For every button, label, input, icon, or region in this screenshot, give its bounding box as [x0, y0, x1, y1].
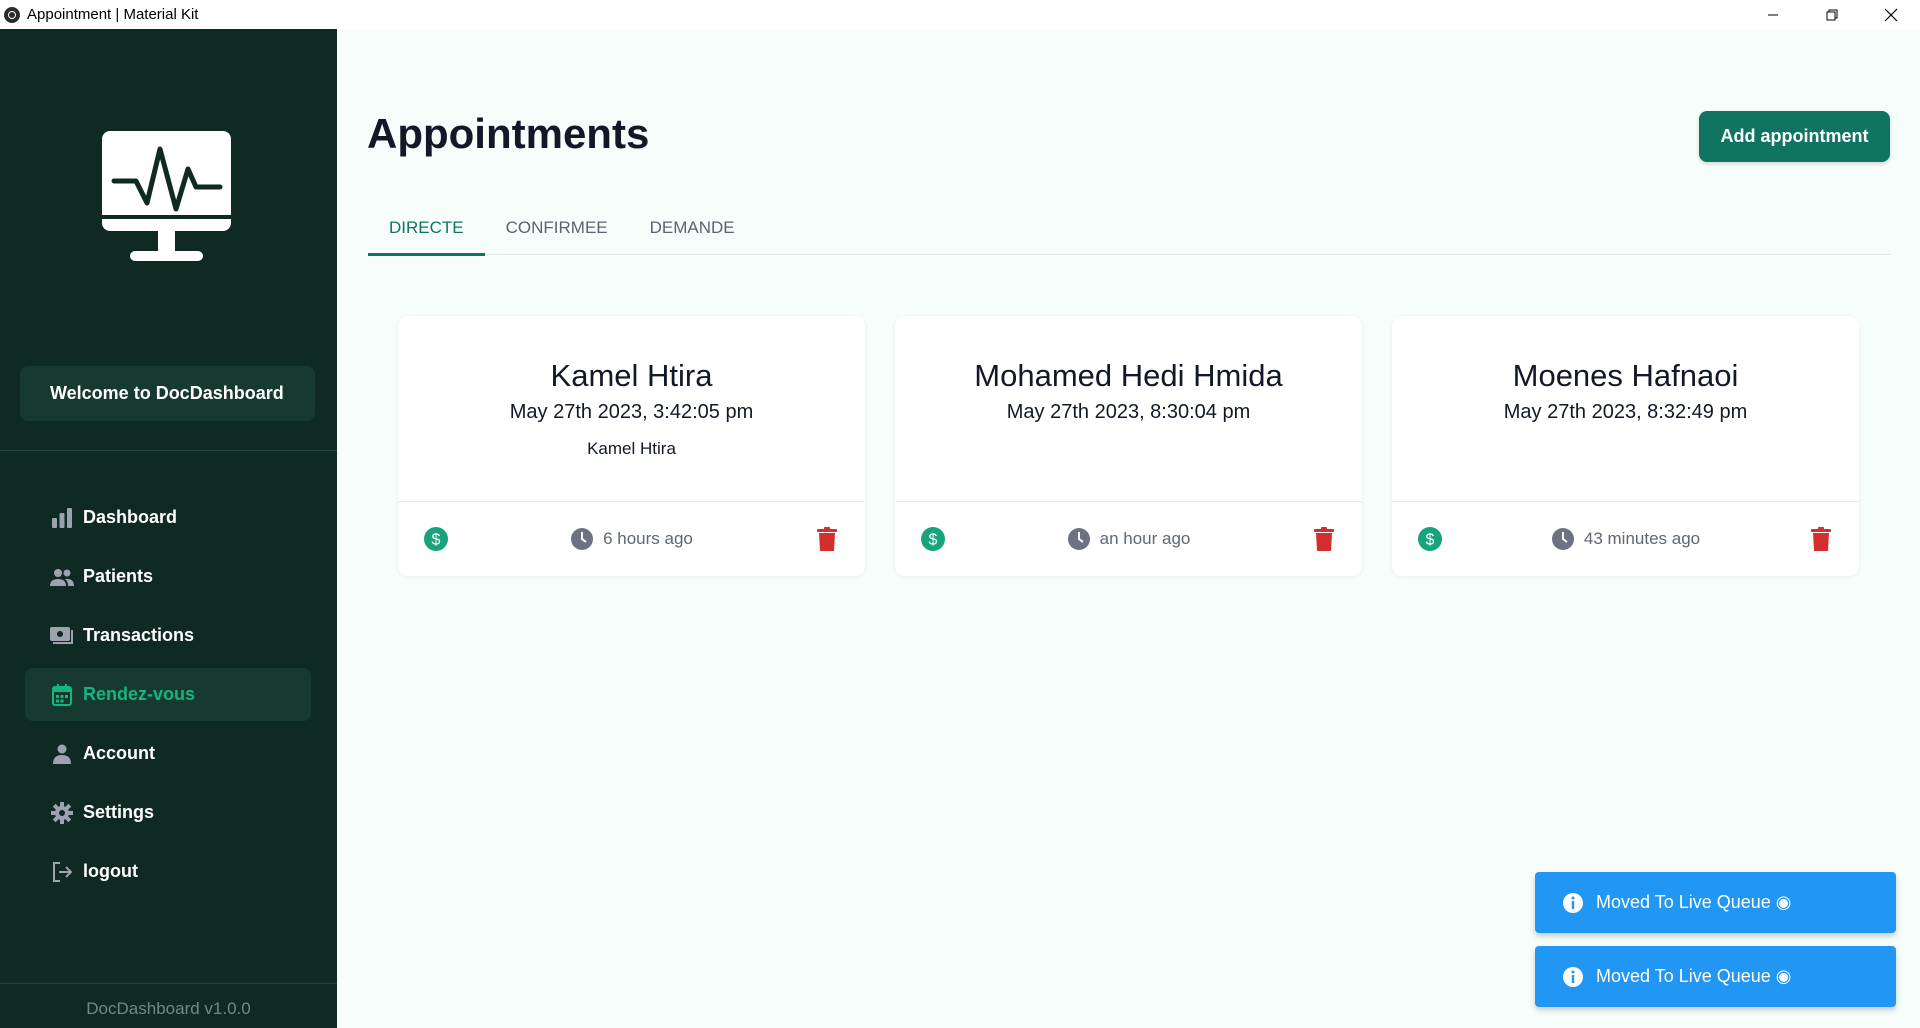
bar-chart-icon [50, 506, 74, 530]
toast-notification[interactable]: Moved To Live Queue ◉ [1535, 946, 1896, 1007]
time-ago: 6 hours ago [570, 527, 693, 551]
sidebar-item-label: Settings [83, 802, 155, 822]
welcome-banner: Welcome to DocDashboard [20, 366, 315, 421]
svg-text:$: $ [432, 532, 441, 549]
info-icon [1562, 966, 1584, 988]
clock-icon [1551, 527, 1575, 551]
sidebar-item-rendez-vous[interactable]: Rendez-vous [25, 668, 311, 721]
restore-icon [1826, 9, 1837, 20]
minimize-icon [1767, 14, 1778, 15]
clock-icon [570, 527, 594, 551]
svg-text:$: $ [1426, 532, 1435, 549]
appointment-card: Moenes Hafnaoi May 27th 2023, 8:32:49 pm… [1392, 316, 1859, 576]
sidebar-item-label: Rendez-vous [83, 684, 196, 704]
appointment-card: Mohamed Hedi Hmida May 27th 2023, 8:30:0… [895, 316, 1362, 576]
tab-directe[interactable]: DIRECTE [368, 200, 485, 256]
svg-text:$: $ [929, 532, 938, 549]
trash-icon [816, 527, 837, 551]
sidebar-item-label: Account [83, 743, 155, 763]
logout-icon [50, 860, 74, 884]
time-ago: an hour ago [1067, 527, 1191, 551]
people-icon [50, 565, 74, 589]
payment-button[interactable]: $ [423, 526, 449, 552]
page-title: Appointments [367, 110, 650, 157]
person-icon [50, 742, 74, 766]
gear-icon [50, 801, 74, 825]
card-footer: $ an hour ago [895, 502, 1362, 576]
patient-name: Moenes Hafnaoi [1512, 358, 1739, 393]
tab-demande[interactable]: DEMANDE [629, 200, 756, 255]
time-ago-label: 43 minutes ago [1583, 529, 1701, 548]
trash-icon [1811, 527, 1831, 551]
sidebar-item-logout[interactable]: logout [25, 845, 311, 898]
appointment-cards: Kamel Htira May 27th 2023, 3:42:05 pm Ka… [398, 316, 1859, 576]
sidebar-item-label: logout [83, 861, 138, 881]
monitor-logo-icon [102, 131, 231, 261]
clock-icon [1067, 527, 1091, 551]
sidebar-item-patients[interactable]: Patients [25, 550, 311, 603]
payment-button[interactable]: $ [920, 526, 946, 552]
sidebar: Welcome to DocDashboard Dashboard Patien… [0, 29, 337, 1028]
delete-button[interactable] [1311, 526, 1337, 552]
minimize-button[interactable] [1743, 0, 1802, 29]
app-version: DocDashboard v1.0.0 [86, 999, 251, 1018]
toast-message: Moved To Live Queue ◉ [1596, 966, 1792, 986]
toast-message: Moved To Live Queue ◉ [1596, 892, 1792, 912]
sidebar-nav: Dashboard Patients Transactions Rendez-v… [25, 491, 311, 904]
appointment-tabs: DIRECTE CONFIRMEE DEMANDE [368, 200, 1891, 256]
window-title: Appointment | Material Kit [27, 6, 199, 23]
time-ago: 43 minutes ago [1551, 527, 1700, 551]
sidebar-bottom-divider [0, 983, 337, 984]
restore-button[interactable] [1802, 0, 1861, 29]
tab-confirmee[interactable]: CONFIRMEE [485, 200, 629, 255]
close-button[interactable] [1861, 0, 1920, 29]
sidebar-item-settings[interactable]: Settings [25, 786, 311, 839]
app-icon [4, 6, 20, 23]
patient-name: Mohamed Hedi Hmida [974, 358, 1283, 393]
dollar-icon: $ [1418, 527, 1442, 551]
sidebar-item-dashboard[interactable]: Dashboard [25, 491, 311, 544]
payment-button[interactable]: $ [1417, 526, 1443, 552]
window-titlebar: Appointment | Material Kit [0, 0, 1920, 29]
calendar-icon [50, 683, 74, 707]
appointment-date: May 27th 2023, 3:42:05 pm [509, 401, 754, 423]
sidebar-item-label: Transactions [83, 625, 195, 645]
sidebar-item-transactions[interactable]: Transactions [25, 609, 311, 662]
card-footer: $ 43 minutes ago [1392, 502, 1859, 576]
appointment-date: May 27th 2023, 8:32:49 pm [1503, 401, 1748, 423]
window-controls [1743, 0, 1920, 29]
time-ago-label: an hour ago [1099, 529, 1191, 548]
card-footer: $ 6 hours ago [398, 502, 865, 576]
time-ago-label: 6 hours ago [603, 529, 693, 548]
info-icon [1562, 892, 1584, 914]
appointment-subtitle: Kamel Htira [587, 439, 676, 458]
appointment-card: Kamel Htira May 27th 2023, 3:42:05 pm Ka… [398, 316, 865, 576]
add-appointment-button[interactable]: Add appointment [1699, 111, 1890, 162]
sidebar-divider [0, 450, 337, 451]
sidebar-item-label: Patients [83, 566, 154, 586]
dollar-icon: $ [424, 527, 448, 551]
patient-name: Kamel Htira [550, 358, 713, 393]
delete-button[interactable] [1808, 526, 1834, 552]
sidebar-item-account[interactable]: Account [25, 727, 311, 780]
toast-notification[interactable]: Moved To Live Queue ◉ [1535, 872, 1896, 933]
trash-icon [1314, 527, 1334, 551]
close-icon [1884, 8, 1897, 21]
money-icon [50, 624, 74, 648]
sidebar-item-label: Dashboard [83, 507, 178, 527]
dollar-icon: $ [921, 527, 945, 551]
appointment-date: May 27th 2023, 8:30:04 pm [1006, 401, 1251, 423]
delete-button[interactable] [814, 526, 840, 552]
